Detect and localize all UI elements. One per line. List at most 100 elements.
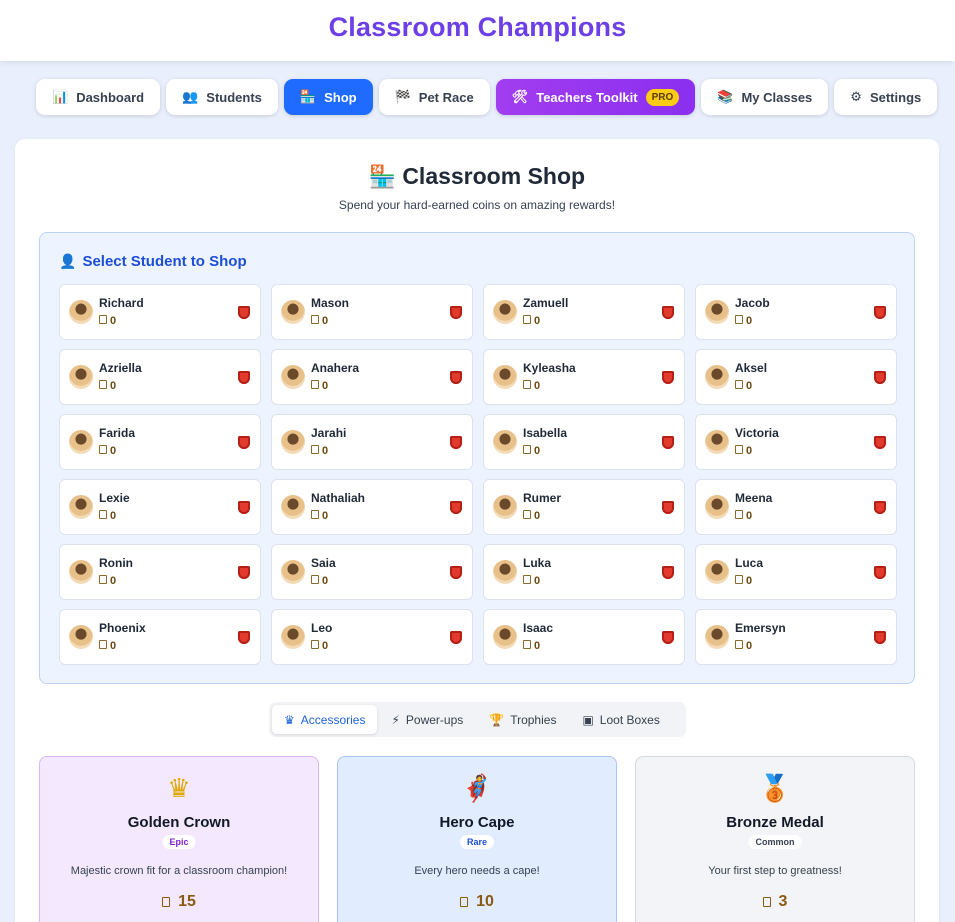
- coin-icon: [460, 897, 469, 907]
- avatar: [705, 625, 729, 649]
- student-card[interactable]: Victoria 0: [695, 414, 897, 470]
- student-card[interactable]: Zamuell 0: [483, 284, 685, 340]
- student-coins: 0: [110, 380, 117, 392]
- shield-icon: [662, 501, 674, 514]
- avatar: [493, 365, 517, 389]
- shop-items: ♛ Golden Crown Epic Majestic crown fit for …: [39, 756, 915, 922]
- coin-icon: [523, 380, 531, 389]
- price-value: 3: [778, 893, 788, 910]
- users-icon: 👥: [182, 89, 199, 105]
- student-coins: 0: [322, 510, 329, 522]
- rarity-badge: Epic: [162, 835, 196, 849]
- shield-icon: [662, 371, 674, 384]
- shop-item-card[interactable]: 🥉 Bronze Medal Common Your first step to gr…: [635, 756, 915, 922]
- coin-icon: [762, 897, 771, 907]
- price-value: 10: [476, 893, 494, 910]
- page-subtitle: Spend your hard-earned coins on amazing …: [338, 198, 616, 212]
- nav-teachers-toolkit-button[interactable]: 🛠 Teachers Toolkit PRO: [495, 79, 696, 115]
- student-card[interactable]: Rumer 0: [483, 479, 685, 535]
- student-coins: 0: [746, 315, 753, 327]
- nav-students-button[interactable]: 👥 Students: [166, 79, 278, 115]
- shield-icon: [450, 501, 462, 514]
- student-name: Aksel: [735, 361, 768, 375]
- coin-icon: [523, 315, 531, 324]
- nav-pet-race-button[interactable]: 🏁 Pet Race: [378, 79, 490, 115]
- student-name: Mason: [311, 296, 350, 310]
- nav-label: Settings: [869, 89, 922, 105]
- shield-icon: [238, 501, 250, 514]
- student-card[interactable]: Isabella 0: [483, 414, 685, 470]
- avatar: [281, 495, 305, 519]
- tools-icon: 🛠: [511, 89, 529, 105]
- nav-settings-button[interactable]: ⚙ Settings: [834, 79, 938, 115]
- coin-icon: [99, 315, 107, 324]
- student-card[interactable]: Luca 0: [695, 544, 897, 600]
- coin-icon: [311, 575, 319, 584]
- student-card[interactable]: Jarahi 0: [271, 414, 473, 470]
- pro-badge: PRO: [645, 88, 680, 106]
- price-value: 15: [178, 893, 196, 910]
- student-card[interactable]: Phoenix 0: [59, 609, 261, 665]
- coin-icon: [523, 640, 531, 649]
- nav-label: Shop: [324, 89, 357, 105]
- main-nav: 📊 Dashboard 👥 Students 🏪 Shop 🏁 Pet Race 🛠 Teache…: [36, 79, 938, 115]
- loot-box-icon: ▣: [582, 712, 594, 727]
- coin-icon: [735, 380, 743, 389]
- shop-item-card[interactable]: ♛ Golden Crown Epic Majestic crown fit for …: [39, 756, 319, 922]
- student-name: Lexie: [99, 491, 130, 505]
- student-coins: 0: [534, 510, 541, 522]
- student-card[interactable]: Isaac 0: [483, 609, 685, 665]
- trophy-icon: 🏆: [489, 712, 505, 727]
- student-coins: 0: [110, 575, 117, 587]
- coin-icon: [735, 575, 743, 584]
- student-card[interactable]: Richard 0: [59, 284, 261, 340]
- shop-category-tabs: ♛ Accessories ⚡ Power-ups 🏆 Trophies ▣ Loot Box…: [269, 702, 686, 737]
- coin-icon: [311, 510, 319, 519]
- item-description: Every hero needs a cape!: [414, 865, 540, 877]
- student-card[interactable]: Luka 0: [483, 544, 685, 600]
- student-card[interactable]: Jacob 0: [695, 284, 897, 340]
- student-card[interactable]: Mason 0: [271, 284, 473, 340]
- shop-item-card[interactable]: 🦸 Hero Cape Rare Every hero needs a cape! 10: [337, 756, 617, 922]
- coin-icon: [735, 445, 743, 454]
- student-card[interactable]: Anahera 0: [271, 349, 473, 405]
- coin-icon: [99, 640, 107, 649]
- student-card[interactable]: Emersyn 0: [695, 609, 897, 665]
- student-name: Phoenix: [99, 621, 146, 635]
- student-card[interactable]: Lexie 0: [59, 479, 261, 535]
- student-card[interactable]: Meena 0: [695, 479, 897, 535]
- student-name: Isaac: [523, 621, 554, 635]
- tab-trophies[interactable]: 🏆 Trophies: [477, 705, 568, 734]
- tab-accessories[interactable]: ♛ Accessories: [272, 705, 378, 734]
- student-card[interactable]: Ronin 0: [59, 544, 261, 600]
- item-name: Golden Crown: [127, 814, 231, 831]
- app-title: Classroom Champions: [328, 12, 627, 42]
- nav-label: Pet Race: [418, 89, 474, 105]
- student-name: Meena: [735, 491, 773, 505]
- avatar: [493, 300, 517, 324]
- avatar: [493, 625, 517, 649]
- student-card[interactable]: Nathaliah 0: [271, 479, 473, 535]
- student-card[interactable]: Kyleasha 0: [483, 349, 685, 405]
- avatar: [281, 625, 305, 649]
- tab-power-ups[interactable]: ⚡ Power-ups: [379, 705, 475, 734]
- avatar: [281, 560, 305, 584]
- nav-my-classes-button[interactable]: 📚 My Classes: [701, 79, 829, 115]
- student-card[interactable]: Saia 0: [271, 544, 473, 600]
- student-card[interactable]: Azriella 0: [59, 349, 261, 405]
- student-card[interactable]: Farida 0: [59, 414, 261, 470]
- avatar: [281, 300, 305, 324]
- shop-icon: 🏪: [368, 165, 397, 190]
- nav-dashboard-button[interactable]: 📊 Dashboard: [36, 79, 161, 115]
- nav-shop-button[interactable]: 🏪 Shop: [283, 79, 373, 115]
- coin-icon: [311, 380, 319, 389]
- student-card[interactable]: Aksel 0: [695, 349, 897, 405]
- coin-icon: [523, 510, 531, 519]
- bar-chart-icon: 📊: [52, 89, 69, 105]
- student-card[interactable]: Leo 0: [271, 609, 473, 665]
- superhero-icon: 🦸: [460, 774, 494, 804]
- tab-loot-boxes[interactable]: ▣ Loot Boxes: [570, 705, 671, 734]
- student-select-heading: 👤 Select Student to Shop: [59, 253, 247, 270]
- avatar: [493, 495, 517, 519]
- student-name: Ronin: [99, 556, 133, 570]
